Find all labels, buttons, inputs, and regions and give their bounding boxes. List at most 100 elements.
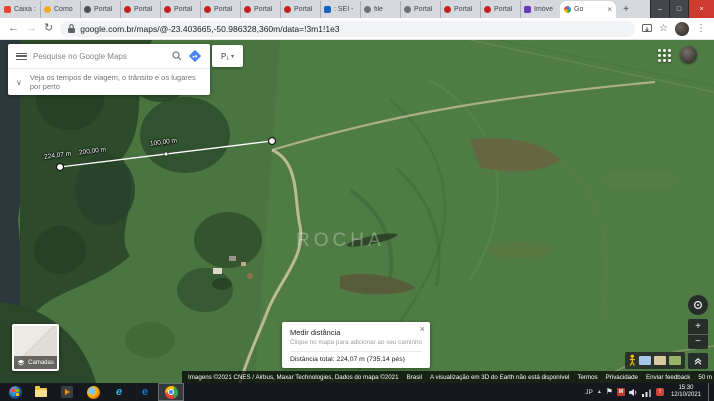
- suggestion-text: Veja os tempos de viagem, o trânsito e o…: [30, 73, 202, 91]
- taskbar-clock[interactable]: 15:30 12/10/2021: [668, 385, 704, 399]
- volume-icon[interactable]: [629, 388, 638, 397]
- firefox-icon: [87, 386, 100, 399]
- browser-tab-strip: Caixa : Como Portal Portal Portal Portal…: [0, 0, 714, 18]
- browser-tab[interactable]: Portal: [160, 1, 200, 18]
- window-close-button[interactable]: ×: [688, 0, 714, 18]
- google-account-avatar[interactable]: [680, 46, 697, 63]
- antivirus-tray-icon[interactable]: M: [617, 388, 625, 396]
- internet-explorer-button[interactable]: e: [106, 383, 132, 401]
- tab-label: Portal: [494, 6, 512, 13]
- zoom-out-button[interactable]: −: [688, 334, 708, 350]
- clock-time: 15:30: [671, 385, 701, 392]
- clock-date: 12/10/2021: [671, 392, 701, 399]
- browser-tab[interactable]: Portal: [120, 1, 160, 18]
- imagery-thumbnail[interactable]: [639, 356, 651, 365]
- tab-favicon-icon: [324, 6, 331, 13]
- network-icon[interactable]: [642, 388, 652, 397]
- tray-expand-icon[interactable]: ▲: [597, 389, 602, 395]
- media-player-button[interactable]: [54, 383, 80, 401]
- language-indicator[interactable]: JP: [585, 389, 593, 396]
- browser-tab[interactable]: Como: [40, 1, 80, 18]
- security-alert-tray-icon[interactable]: !: [656, 388, 664, 396]
- tab-label: Caixa :: [14, 6, 36, 13]
- new-tab-button[interactable]: +: [618, 1, 634, 17]
- map-scale[interactable]: 50 m: [698, 374, 714, 381]
- map-canvas[interactable]: ROCHA 224,07 m200,00 m 100,00 m ∨ Veja o: [0, 40, 714, 383]
- browser-tab[interactable]: Portal: [80, 1, 120, 18]
- tab-label: Portal: [214, 6, 232, 13]
- file-explorer-button[interactable]: [28, 383, 54, 401]
- directions-icon[interactable]: [188, 49, 202, 63]
- browser-profile-avatar[interactable]: [675, 22, 689, 36]
- menu-hamburger-icon[interactable]: [16, 53, 27, 60]
- google-apps-grid-icon[interactable]: [658, 49, 671, 62]
- edge-button[interactable]: e: [132, 383, 158, 401]
- browser-tab[interactable]: Portal: [400, 1, 440, 18]
- layers-button[interactable]: Camadas: [12, 324, 59, 371]
- imagery-thumbnail[interactable]: [654, 356, 666, 365]
- terms-link[interactable]: Termos: [577, 374, 597, 381]
- reload-button[interactable]: ↻: [44, 23, 53, 34]
- action-center-flag-icon[interactable]: ⚑: [606, 388, 613, 396]
- zoom-controls: + −: [688, 319, 708, 349]
- bookmark-star-icon[interactable]: ☆: [659, 23, 668, 34]
- browser-tab[interactable]: Caixa :: [0, 1, 40, 18]
- browser-tab-active-google-maps[interactable]: Go ×: [560, 1, 616, 18]
- close-icon[interactable]: ×: [420, 325, 425, 334]
- browser-tab[interactable]: Portal: [440, 1, 480, 18]
- zoom-in-button[interactable]: +: [688, 319, 708, 334]
- tab-label: Como: [54, 6, 73, 13]
- tab-label: Portal: [294, 6, 312, 13]
- browser-tab[interactable]: file: [360, 1, 400, 18]
- browser-tab[interactable]: Portal: [280, 1, 320, 18]
- browser-tab[interactable]: Portal: [480, 1, 520, 18]
- internet-explorer-icon: e: [116, 386, 122, 398]
- imagery-strip: [625, 352, 685, 369]
- firefox-button[interactable]: [80, 383, 106, 401]
- tab-label: Portal: [94, 6, 112, 13]
- profile-chip-p1[interactable]: P₁ ▾: [212, 45, 243, 67]
- start-button[interactable]: [2, 383, 28, 401]
- install-app-icon[interactable]: [642, 24, 652, 34]
- travel-times-suggestion[interactable]: ∨ Veja os tempos de viagem, o trânsito e…: [8, 68, 210, 95]
- tab-label: Go: [574, 6, 583, 13]
- browser-tab[interactable]: Portal: [200, 1, 240, 18]
- privacy-link[interactable]: Privacidade: [606, 374, 638, 381]
- show-desktop-button[interactable]: [708, 383, 712, 401]
- window-minimize-button[interactable]: –: [650, 0, 669, 18]
- maps-search-input[interactable]: [33, 52, 166, 61]
- pegman-icon[interactable]: [629, 354, 636, 367]
- measure-midpoint[interactable]: [164, 152, 168, 156]
- tab-favicon-icon: [84, 6, 91, 13]
- measure-start-point[interactable]: [57, 164, 64, 171]
- windows-logo-icon: [9, 386, 22, 399]
- tab-label: : SEI -: [334, 6, 353, 13]
- earth-3d-notice: A visualização em 3D do Earth não está d…: [430, 374, 569, 381]
- tab-favicon-icon: [204, 6, 211, 13]
- tab-close-icon[interactable]: ×: [607, 6, 612, 14]
- tab-label: Portal: [174, 6, 192, 13]
- back-button[interactable]: ←: [8, 23, 19, 34]
- tab-favicon-maps-icon: [564, 6, 571, 13]
- collapse-imagery-button[interactable]: [688, 353, 708, 369]
- address-bar[interactable]: google.com.br/maps/@-23.403665,-50.98632…: [60, 21, 635, 37]
- scale-label: 50 m: [698, 374, 712, 381]
- chrome-menu-icon[interactable]: ⋮: [696, 23, 706, 34]
- lock-icon: [68, 24, 75, 33]
- browser-tab[interactable]: : SEI -: [320, 1, 360, 18]
- search-icon[interactable]: [172, 51, 182, 61]
- toolbar-right-icons: ☆ ⋮: [642, 22, 706, 36]
- my-location-button[interactable]: [688, 295, 708, 315]
- feedback-link[interactable]: Enviar feedback: [646, 374, 690, 381]
- window-maximize-button[interactable]: □: [669, 0, 688, 18]
- measure-end-point[interactable]: [269, 138, 276, 145]
- browser-tab[interactable]: Imóve: [520, 1, 560, 18]
- browser-tab[interactable]: Portal: [240, 1, 280, 18]
- tab-label: Portal: [254, 6, 272, 13]
- chrome-button-active[interactable]: [158, 383, 184, 401]
- tab-label: file: [374, 6, 383, 13]
- imagery-thumbnail[interactable]: [669, 356, 681, 365]
- layers-icon: [17, 359, 25, 367]
- profile-chip-label: P₁: [221, 52, 229, 61]
- forward-button[interactable]: →: [26, 23, 37, 34]
